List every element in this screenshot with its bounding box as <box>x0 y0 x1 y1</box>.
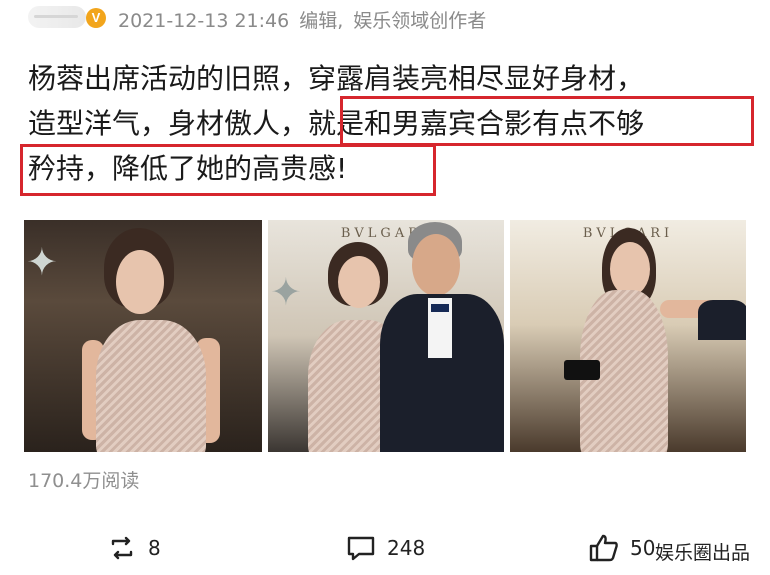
post-timestamp: 2021-12-13 21:46 <box>118 10 290 32</box>
photo-3[interactable]: BVLGARI <box>510 220 746 452</box>
bowtie-icon <box>431 304 449 312</box>
like-count: 50 <box>630 536 656 560</box>
highlight-box-1 <box>340 96 754 146</box>
handbag <box>564 360 600 380</box>
photo-grid: ✦ BVLGARI ✦ BVLGARI <box>24 220 746 452</box>
avatar[interactable] <box>28 6 86 28</box>
repost-count: 8 <box>148 536 161 560</box>
decor-star-icon: ✦ <box>270 270 302 314</box>
person-face <box>610 242 650 296</box>
watermark: 娱乐圈出品 <box>655 542 751 564</box>
highlight-box-2 <box>20 144 436 196</box>
person-sleeve <box>698 300 746 340</box>
thumbs-up-icon <box>588 532 620 564</box>
person-face <box>116 250 164 314</box>
like-button[interactable]: 50 <box>588 528 655 568</box>
post-text-line-1: 杨蓉出席活动的旧照，穿露肩装亮相尽显好身材， <box>28 62 645 95</box>
photo-2[interactable]: BVLGARI ✦ <box>268 220 504 452</box>
edited-label: 编辑, <box>299 10 344 32</box>
read-count: 170.4万阅读 <box>28 470 140 492</box>
comment-button[interactable]: 248 <box>345 528 425 568</box>
author-title: 娱乐领域创作者 <box>353 10 487 32</box>
photo-1[interactable]: ✦ <box>24 220 262 452</box>
author-avatar[interactable] <box>28 6 88 30</box>
repost-icon <box>106 532 138 564</box>
comment-icon <box>345 532 377 564</box>
person-face <box>412 234 460 296</box>
person-dress <box>96 320 206 452</box>
comment-count: 248 <box>387 536 426 560</box>
post-header: V 2021-12-13 21:46 编辑, 娱乐领域创作者 <box>0 0 770 40</box>
photo-2-caption: BVLGARI <box>340 226 432 241</box>
verified-badge-icon: V <box>86 8 106 28</box>
repost-button[interactable]: 8 <box>106 528 161 568</box>
post-meta: 2021-12-13 21:46 编辑, 娱乐领域创作者 <box>118 6 496 33</box>
decor-star-icon: ✦ <box>26 240 58 284</box>
person-face <box>338 256 380 308</box>
